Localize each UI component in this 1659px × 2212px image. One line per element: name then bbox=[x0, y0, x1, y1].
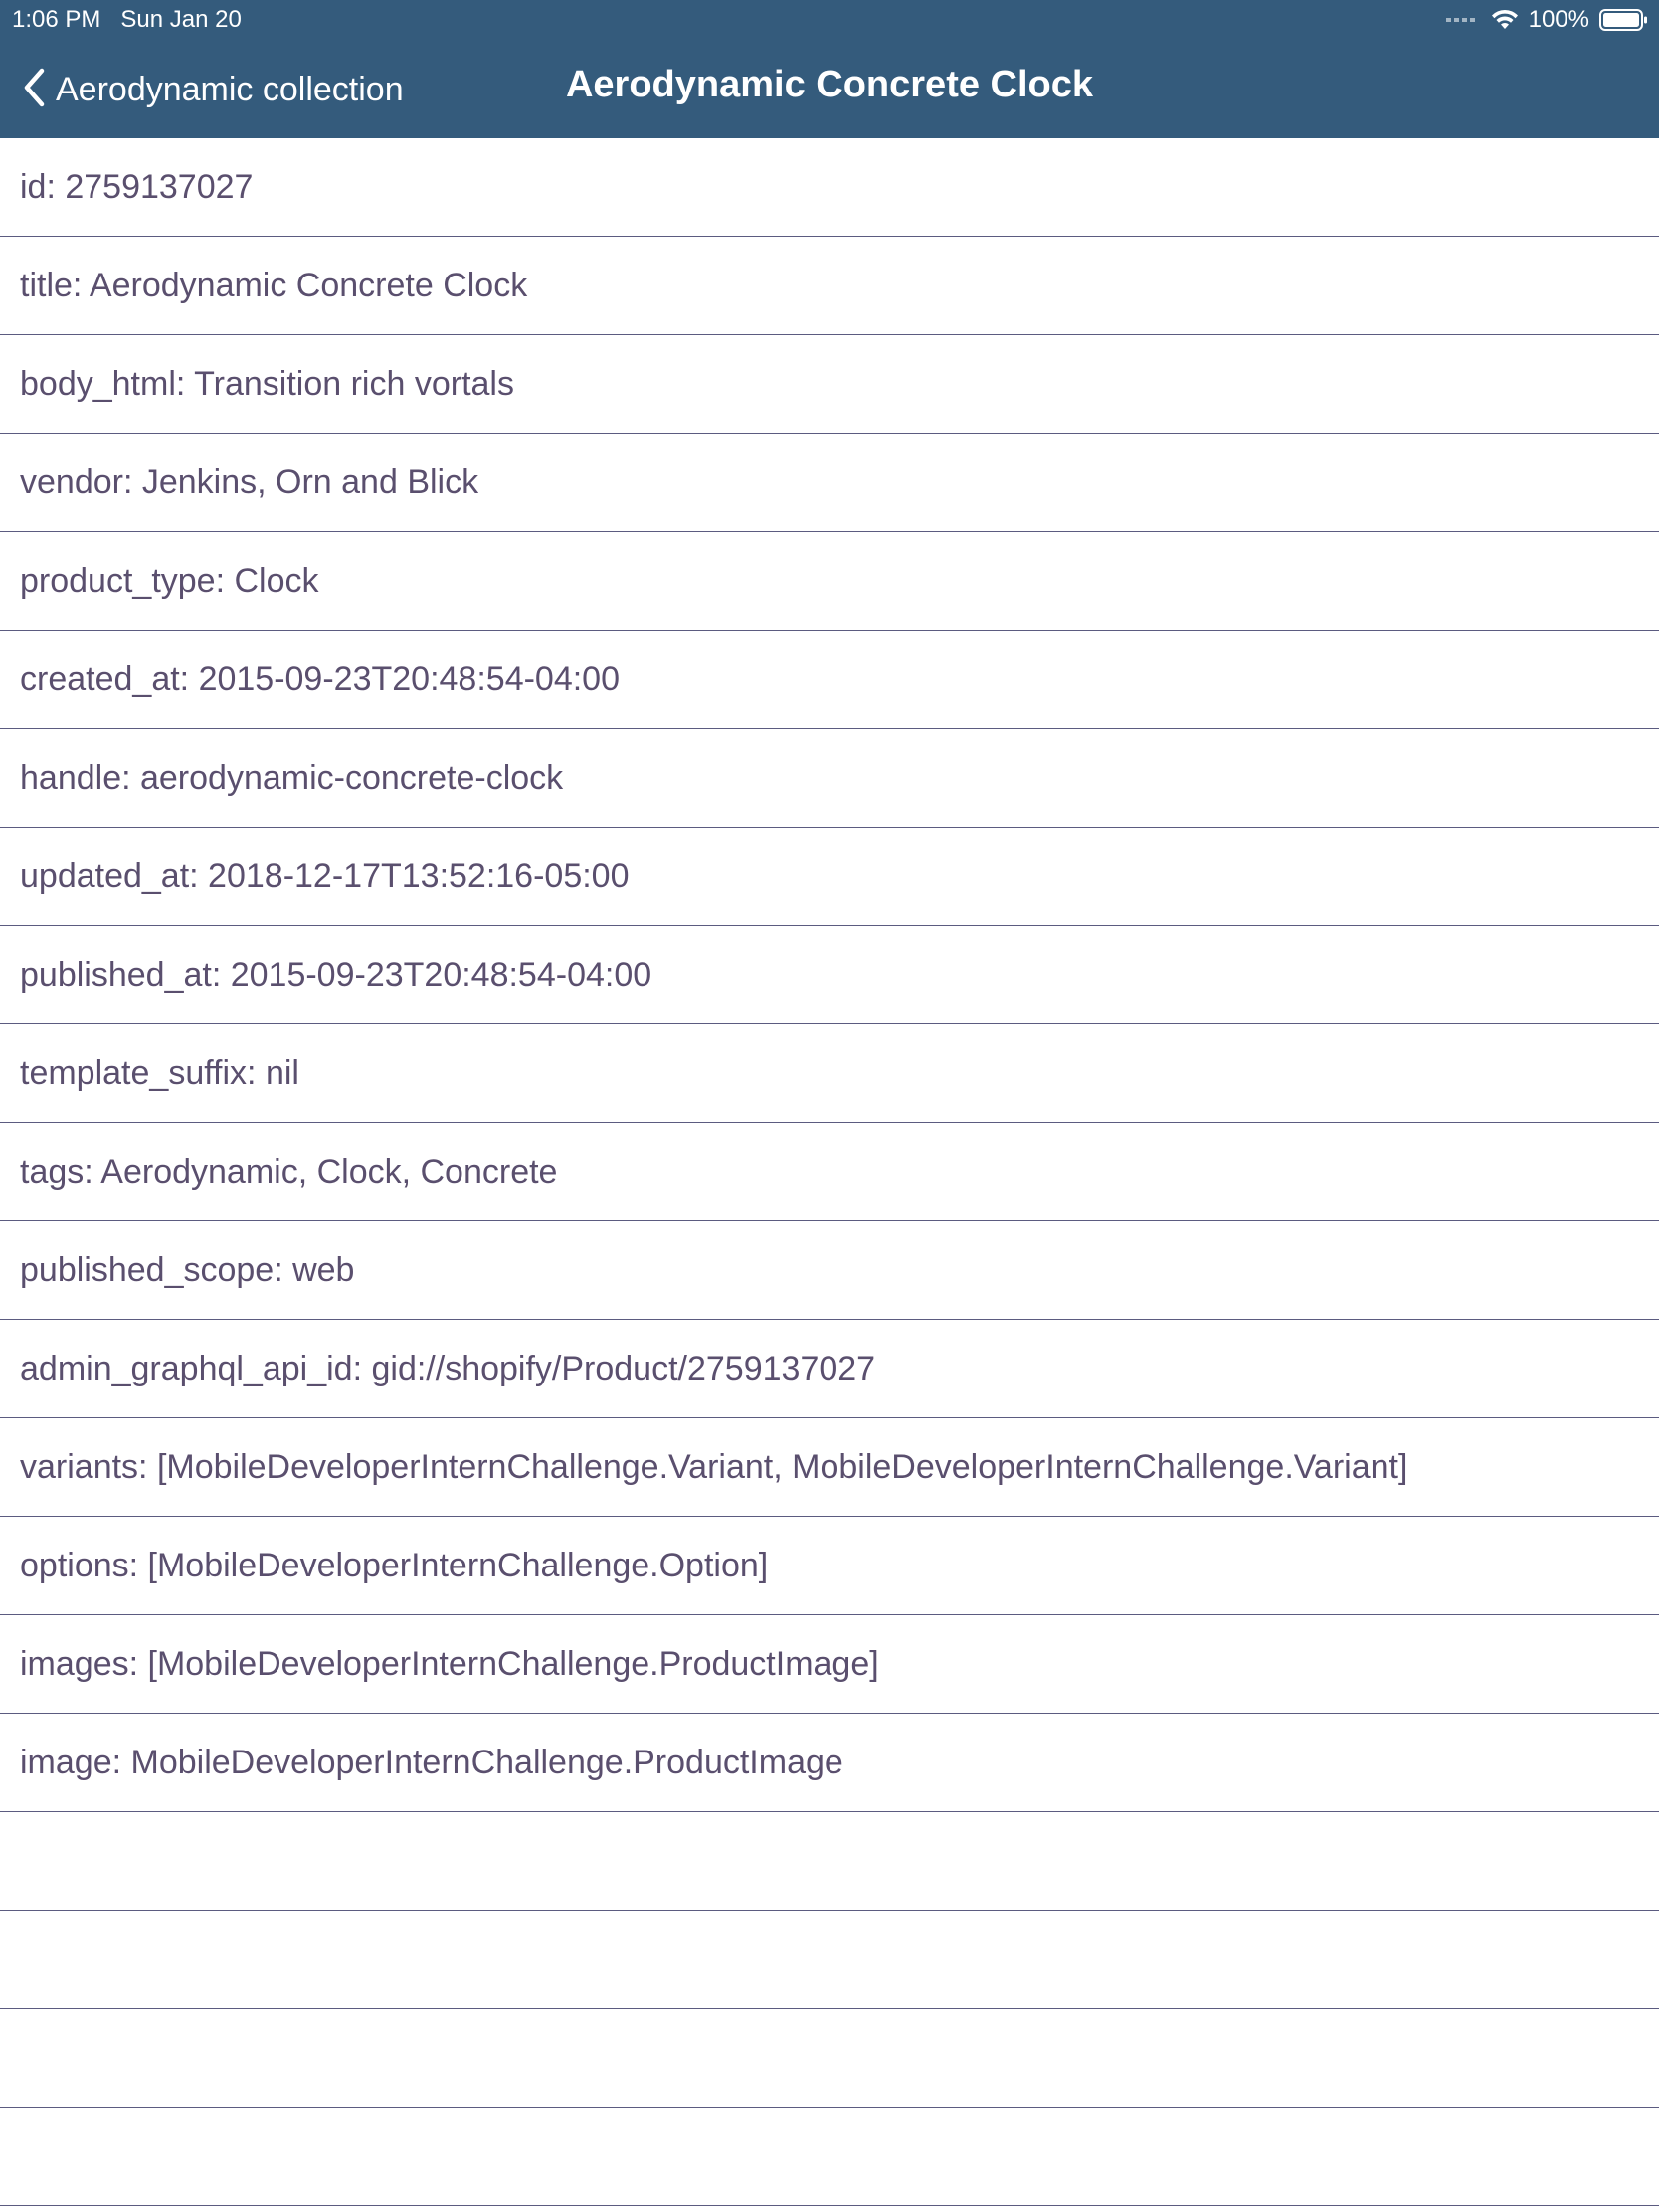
list-item-id[interactable]: id: 2759137027 bbox=[0, 138, 1659, 237]
list-item-image[interactable]: image: MobileDeveloperInternChallenge.Pr… bbox=[0, 1714, 1659, 1812]
list-item-text: admin_graphql_api_id: gid://shopify/Prod… bbox=[20, 1349, 876, 1387]
empty-row bbox=[0, 1911, 1659, 2009]
list-item-text: image: MobileDeveloperInternChallenge.Pr… bbox=[20, 1743, 843, 1781]
list-item-published-at[interactable]: published_at: 2015-09-23T20:48:54-04:00 bbox=[0, 926, 1659, 1024]
signal-icon bbox=[1445, 18, 1475, 22]
list-item-created-at[interactable]: created_at: 2015-09-23T20:48:54-04:00 bbox=[0, 631, 1659, 729]
list-item-title[interactable]: title: Aerodynamic Concrete Clock bbox=[0, 237, 1659, 335]
page-title: Aerodynamic Concrete Clock bbox=[565, 64, 1094, 105]
product-attributes-list: id: 2759137027 title: Aerodynamic Concre… bbox=[0, 138, 1659, 2206]
status-indicators: 100% bbox=[1445, 6, 1649, 34]
list-item-text: images: [MobileDeveloperInternChallenge.… bbox=[20, 1644, 879, 1683]
list-item-handle[interactable]: handle: aerodynamic-concrete-clock bbox=[0, 729, 1659, 828]
list-item-vendor[interactable]: vendor: Jenkins, Orn and Blick bbox=[0, 434, 1659, 532]
list-item-text: product_type: Clock bbox=[20, 561, 319, 600]
top-bar: 1:06 PM Sun Jan 20 100% Aerodynamic coll… bbox=[0, 0, 1659, 138]
list-item-text: options: [MobileDeveloperInternChallenge… bbox=[20, 1546, 769, 1584]
list-item-updated-at[interactable]: updated_at: 2018-12-17T13:52:16-05:00 bbox=[0, 828, 1659, 926]
empty-row bbox=[0, 2108, 1659, 2206]
list-item-tags[interactable]: tags: Aerodynamic, Clock, Concrete bbox=[0, 1123, 1659, 1221]
list-item-text: body_html: Transition rich vortals bbox=[20, 364, 514, 403]
list-item-text: tags: Aerodynamic, Clock, Concrete bbox=[20, 1152, 558, 1191]
wifi-icon bbox=[1491, 9, 1519, 31]
list-item-text: template_suffix: nil bbox=[20, 1053, 299, 1092]
empty-row bbox=[0, 1812, 1659, 1911]
status-time-date: 1:06 PM Sun Jan 20 bbox=[12, 6, 242, 34]
status-bar: 1:06 PM Sun Jan 20 100% bbox=[0, 0, 1659, 40]
list-item-text: published_at: 2015-09-23T20:48:54-04:00 bbox=[20, 955, 652, 994]
list-item-options[interactable]: options: [MobileDeveloperInternChallenge… bbox=[0, 1517, 1659, 1615]
status-time: 1:06 PM bbox=[12, 6, 101, 33]
list-item-admin-graphql-api-id[interactable]: admin_graphql_api_id: gid://shopify/Prod… bbox=[0, 1320, 1659, 1418]
status-date: Sun Jan 20 bbox=[120, 6, 242, 33]
navigation-bar: Aerodynamic collection Aerodynamic Concr… bbox=[0, 40, 1659, 138]
list-item-text: updated_at: 2018-12-17T13:52:16-05:00 bbox=[20, 856, 630, 895]
list-item-images[interactable]: images: [MobileDeveloperInternChallenge.… bbox=[0, 1615, 1659, 1714]
list-item-text: vendor: Jenkins, Orn and Blick bbox=[20, 462, 479, 501]
list-item-text: created_at: 2015-09-23T20:48:54-04:00 bbox=[20, 659, 621, 698]
list-item-variants[interactable]: variants: [MobileDeveloperInternChalleng… bbox=[0, 1418, 1659, 1517]
list-item-template-suffix[interactable]: template_suffix: nil bbox=[0, 1024, 1659, 1123]
battery-percentage: 100% bbox=[1528, 6, 1589, 33]
list-item-text: id: 2759137027 bbox=[20, 167, 254, 206]
list-item-text: title: Aerodynamic Concrete Clock bbox=[20, 266, 528, 304]
list-item-body-html[interactable]: body_html: Transition rich vortals bbox=[0, 335, 1659, 434]
list-item-text: published_scope: web bbox=[20, 1250, 355, 1289]
empty-row bbox=[0, 2009, 1659, 2108]
list-item-product-type[interactable]: product_type: Clock bbox=[0, 532, 1659, 631]
list-item-text: handle: aerodynamic-concrete-clock bbox=[20, 758, 564, 797]
list-item-published-scope[interactable]: published_scope: web bbox=[0, 1221, 1659, 1320]
list-item-text: variants: [MobileDeveloperInternChalleng… bbox=[20, 1447, 1408, 1486]
battery-icon bbox=[1599, 8, 1649, 32]
